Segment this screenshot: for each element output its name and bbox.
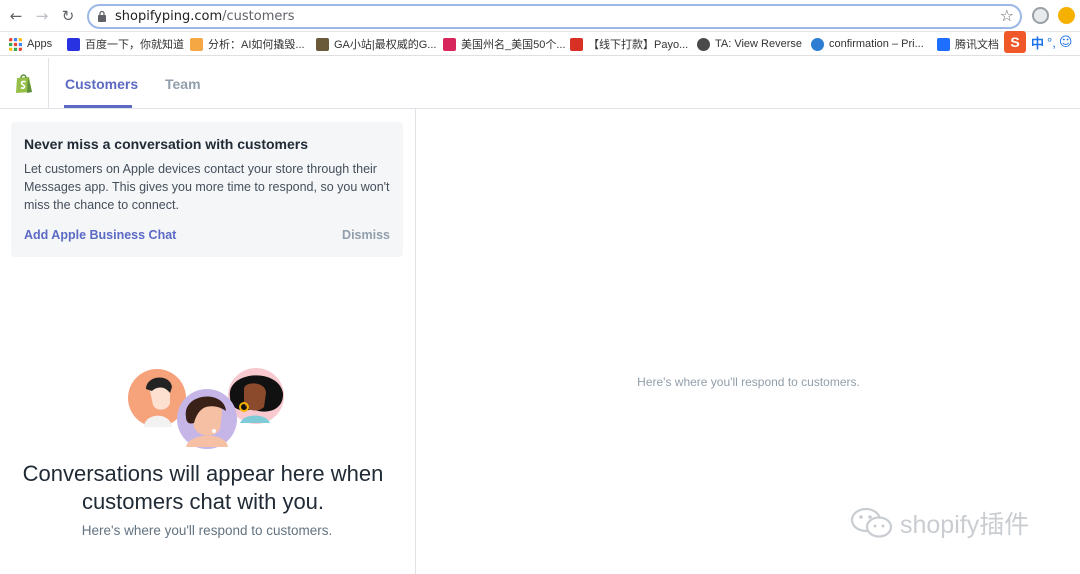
bookmark-favicon-icon: [190, 37, 203, 51]
extension-icon[interactable]: [1032, 7, 1049, 24]
bookmark-ga[interactable]: GA小站|最权威的G...: [316, 35, 436, 53]
wechat-icon: [850, 507, 893, 538]
empty-state-title: Conversations will appear here when cust…: [22, 461, 384, 514]
watermark-text: shopify插件: [900, 511, 1030, 539]
profile-icon[interactable]: [1058, 7, 1075, 24]
bookmark-favicon-icon: [811, 37, 824, 51]
globe-icon: [697, 37, 710, 51]
detail-placeholder-text: Here's where you'll respond to customers…: [637, 375, 860, 389]
sogou-icon: S: [1004, 31, 1026, 53]
active-tab-indicator: [64, 105, 132, 108]
shopify-bag-icon: [16, 74, 32, 93]
bookmark-confirmation[interactable]: confirmation – Pri...: [811, 35, 924, 53]
bookmark-favicon-icon: [316, 37, 329, 51]
ime-toolbar[interactable]: S 中 °, ☺: [1004, 31, 1073, 53]
ime-mode-label: 中: [1031, 35, 1045, 51]
forward-arrow-icon[interactable]: →: [32, 6, 52, 26]
empty-state-subtitle: Here's where you'll respond to customers…: [81, 523, 333, 538]
baidu-icon: [67, 37, 80, 51]
add-apple-business-chat-link[interactable]: Add Apple Business Chat: [24, 228, 176, 242]
url-text: shopifyping.com/customers: [115, 9, 295, 24]
address-bar[interactable]: shopifyping.com/customers ☆: [87, 4, 1022, 29]
bookmark-tencent-docs[interactable]: 腾讯文档: [937, 35, 999, 53]
bookmarks-bar: Apps 百度一下，你就知道 分析：AI如何撬毁... GA小站|最权威的G..…: [0, 31, 1080, 56]
tab-customers[interactable]: Customers: [65, 76, 138, 92]
bookmark-baidu[interactable]: 百度一下，你就知道: [67, 35, 184, 53]
bookmark-apps[interactable]: Apps: [9, 35, 52, 53]
bookmark-ta[interactable]: TA: View Reverse: [697, 35, 802, 53]
bookmark-payoneer[interactable]: 【线下打款】Payo...: [570, 35, 688, 53]
back-arrow-icon[interactable]: ←: [6, 6, 26, 26]
customers-illustration: [128, 368, 284, 449]
bookmark-star-icon[interactable]: ☆: [1000, 6, 1014, 25]
reload-icon[interactable]: ↻: [58, 6, 78, 26]
apps-grid-icon: [9, 37, 22, 51]
browser-toolbar: ← → ↻ shopifyping.com/customers ☆: [0, 0, 1080, 32]
bookmark-favicon-icon: [570, 37, 583, 51]
punctuation-icon: °,: [1047, 34, 1056, 50]
conversation-list-panel: Never miss a conversation with customers…: [0, 109, 416, 574]
tab-team[interactable]: Team: [165, 76, 201, 92]
smiley-icon: ☺: [1058, 34, 1073, 50]
bookmark-favicon-icon: [443, 37, 456, 51]
banner-title: Never miss a conversation with customers: [24, 136, 308, 152]
shopify-logo[interactable]: [0, 58, 49, 109]
app-header: Customers Team: [0, 58, 1080, 109]
wechat-watermark: shopify插件: [850, 505, 1029, 541]
lock-icon: [98, 10, 106, 22]
bookmark-us-states[interactable]: 美国州名_美国50个...: [443, 35, 566, 53]
bookmark-favicon-icon: [937, 37, 950, 51]
banner-body: Let customers on Apple devices contact y…: [24, 162, 390, 212]
dismiss-button[interactable]: Dismiss: [342, 228, 390, 242]
apple-business-chat-banner: Never miss a conversation with customers…: [11, 122, 403, 257]
bookmark-analysis[interactable]: 分析：AI如何撬毁...: [190, 35, 305, 53]
